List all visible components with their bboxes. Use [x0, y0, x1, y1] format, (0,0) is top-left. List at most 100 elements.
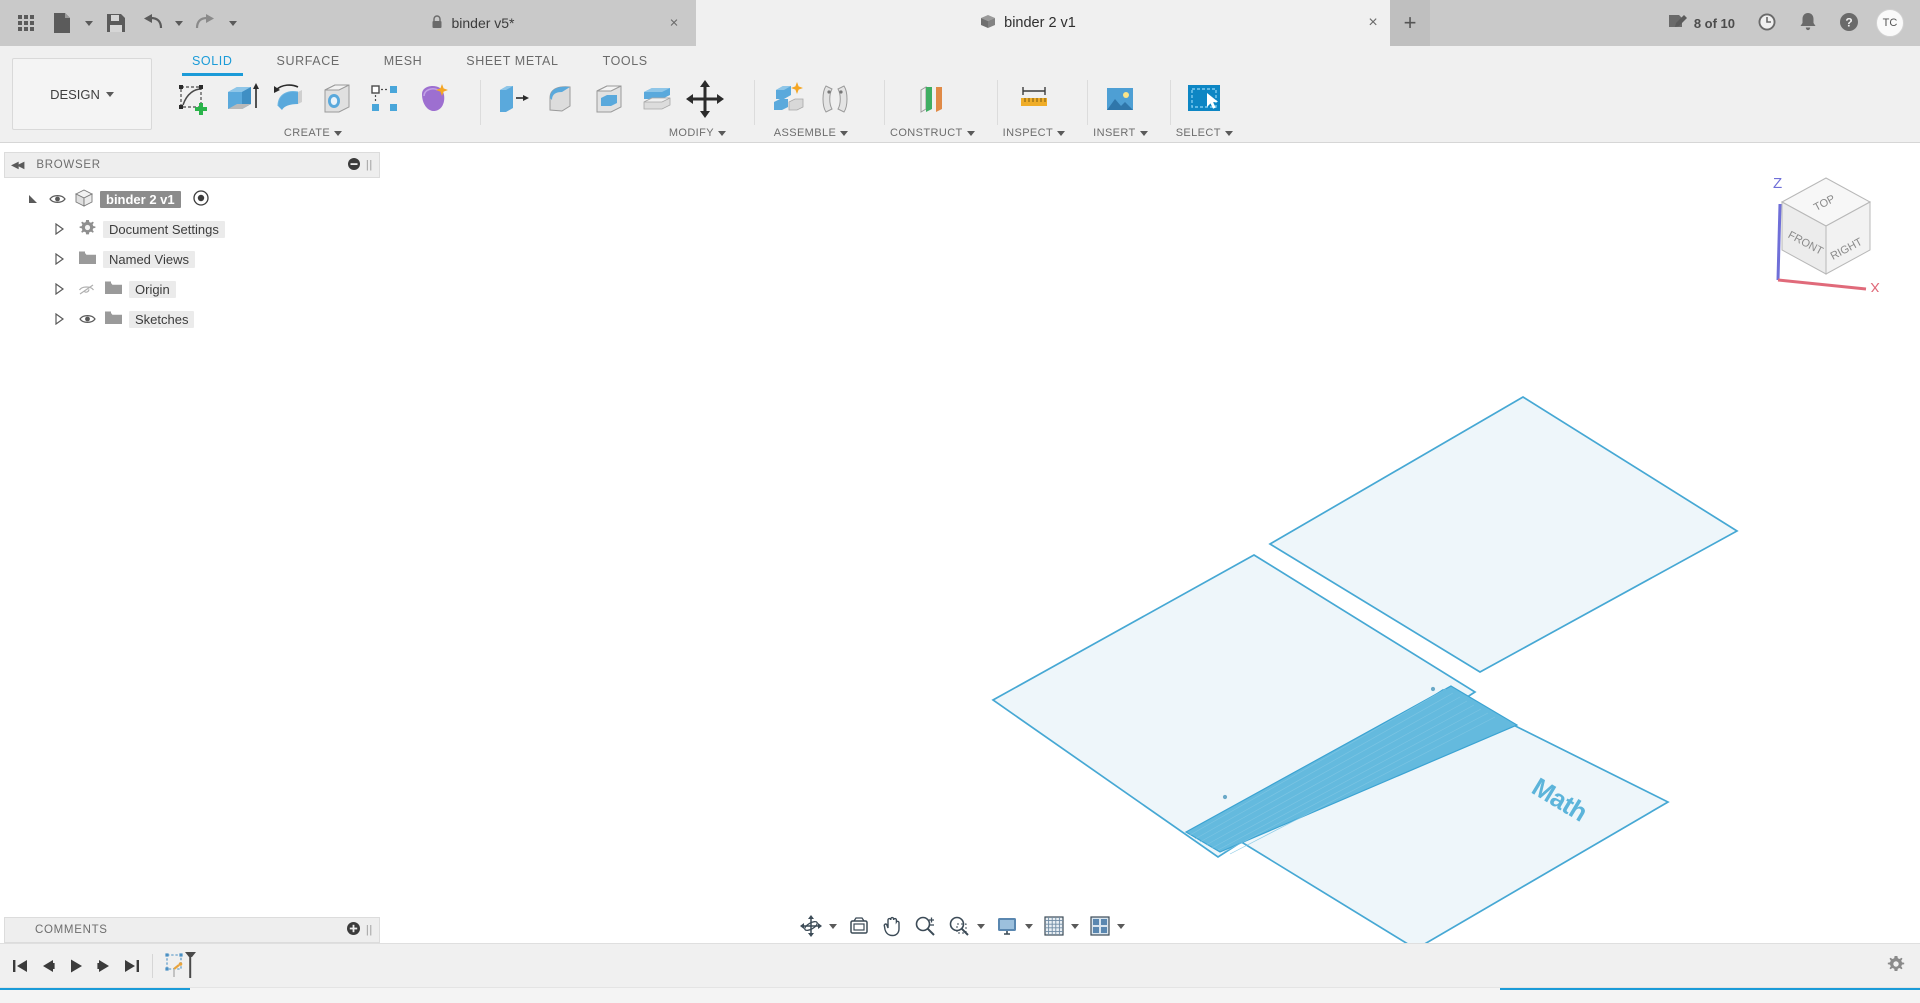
look-at-icon[interactable]	[843, 911, 875, 941]
document-tab-binder-v5[interactable]: binder v5* ×	[246, 0, 696, 46]
revolve-icon[interactable]	[266, 75, 312, 123]
tab-mesh[interactable]: MESH	[362, 46, 445, 74]
browser-panel: ◀◀ BROWSER || binder 2 v1 Document Setti…	[4, 152, 380, 334]
timeline-settings-gear-icon[interactable]	[1886, 954, 1906, 977]
minimize-icon[interactable]	[347, 157, 360, 173]
job-status-button[interactable]: 8 of 10	[1657, 0, 1746, 46]
workspace-switcher-button[interactable]: DESIGN	[12, 58, 152, 130]
hole-icon[interactable]	[314, 75, 360, 123]
go-to-end-icon[interactable]	[118, 949, 146, 983]
combine-icon[interactable]	[634, 75, 680, 123]
measure-icon[interactable]	[1011, 75, 1057, 123]
tab-surface[interactable]: SURFACE	[255, 46, 362, 74]
timeline	[0, 943, 1920, 987]
close-document-tab-icon[interactable]: ×	[1356, 0, 1390, 46]
new-tab-button[interactable]: +	[1390, 0, 1430, 46]
tab-solid[interactable]: SOLID	[170, 46, 255, 76]
zoom-icon[interactable]	[909, 911, 941, 941]
chevron-down-icon	[334, 130, 343, 136]
visibility-eye-icon[interactable]	[46, 193, 68, 205]
panel-label-construct[interactable]: CONSTRUCT	[890, 124, 975, 142]
tab-sheet-metal[interactable]: SHEET METAL	[444, 46, 580, 74]
offset-plane-icon[interactable]	[909, 75, 955, 123]
notifications-bell-icon	[1799, 12, 1817, 35]
viewports-icon[interactable]	[1085, 911, 1115, 941]
collapse-panel-icon[interactable]: ◀◀	[11, 160, 24, 171]
orbit-icon[interactable]	[795, 911, 827, 941]
chevron-down-icon[interactable]	[1117, 923, 1125, 929]
new-component-icon[interactable]	[764, 75, 810, 123]
display-settings-icon[interactable]	[991, 911, 1023, 941]
insert-image-icon[interactable]	[1097, 75, 1143, 123]
go-to-beginning-icon[interactable]	[6, 949, 34, 983]
expand-triangle-icon[interactable]	[52, 222, 66, 236]
panel-label-insert[interactable]: INSERT	[1093, 124, 1148, 142]
visibility-eye-hidden-icon[interactable]	[76, 283, 98, 296]
zoom-window-icon[interactable]	[943, 911, 975, 941]
redo-dropdown-caret-icon[interactable]	[224, 0, 242, 46]
form-icon[interactable]	[410, 75, 456, 123]
undo-dropdown-caret-icon[interactable]	[170, 0, 188, 46]
expand-triangle-icon[interactable]	[52, 312, 66, 326]
step-forward-icon[interactable]	[90, 949, 118, 983]
tree-item-origin[interactable]: Origin	[4, 274, 380, 304]
sketch-point[interactable]	[1430, 686, 1436, 692]
chevron-down-icon	[718, 130, 726, 136]
play-icon[interactable]	[62, 949, 90, 983]
expand-triangle-icon[interactable]	[52, 282, 66, 296]
create-sketch-icon[interactable]	[170, 75, 216, 123]
panel-label-create[interactable]: CREATE	[284, 124, 343, 142]
close-icon[interactable]: ×	[666, 15, 682, 32]
extrude-icon[interactable]	[218, 75, 264, 123]
document-tab-binder-2-v1[interactable]: binder 2 v1	[696, 0, 1356, 46]
press-pull-icon[interactable]	[490, 75, 536, 123]
canvas-3d-viewport[interactable]: Math Z X TOP FRONT RIGHT	[380, 152, 1920, 943]
select-icon[interactable]	[1181, 75, 1227, 123]
file-icon[interactable]	[44, 0, 80, 46]
chevron-down-icon[interactable]	[1071, 923, 1079, 929]
panel-resize-handle[interactable]: ||	[366, 924, 373, 936]
recent-activity-button[interactable]	[1746, 0, 1788, 46]
file-dropdown-caret-icon[interactable]	[80, 0, 98, 46]
help-button[interactable]: ?	[1828, 0, 1870, 46]
expand-triangle-icon[interactable]	[52, 252, 66, 266]
tree-item-label: binder 2 v1	[100, 190, 181, 208]
pattern-icon[interactable]	[362, 75, 408, 123]
panel-select: SELECT	[1169, 74, 1239, 143]
fillet-icon[interactable]	[538, 75, 584, 123]
svg-text:?: ?	[1845, 15, 1852, 29]
tree-item-binder-2-v1[interactable]: binder 2 v1	[4, 184, 380, 214]
sketch-feature-icon[interactable]	[159, 947, 205, 985]
app-grid-icon[interactable]	[8, 0, 44, 46]
tree-item-named-views[interactable]: Named Views	[4, 244, 380, 274]
panel-resize-handle[interactable]: ||	[366, 159, 373, 171]
panel-label-select[interactable]: SELECT	[1176, 124, 1233, 142]
notifications-button[interactable]	[1788, 0, 1828, 46]
activate-component-radio-icon[interactable]	[192, 189, 209, 209]
view-cube[interactable]: Z X TOP FRONT RIGHT	[1746, 162, 1896, 297]
panel-label-modify[interactable]: MODIFY	[669, 124, 726, 142]
grid-snaps-icon[interactable]	[1039, 911, 1069, 941]
visibility-eye-icon[interactable]	[76, 313, 98, 325]
step-back-icon[interactable]	[34, 949, 62, 983]
move-copy-icon[interactable]	[682, 75, 728, 123]
sketch-point[interactable]	[1222, 794, 1228, 800]
save-icon[interactable]	[98, 0, 134, 46]
add-comment-icon[interactable]	[346, 922, 360, 938]
expand-triangle-icon[interactable]	[26, 192, 40, 206]
panel-label-assemble[interactable]: ASSEMBLE	[774, 124, 849, 142]
tree-item-document-settings[interactable]: Document Settings	[4, 214, 380, 244]
redo-icon[interactable]	[188, 0, 224, 46]
shell-icon[interactable]	[586, 75, 632, 123]
undo-icon[interactable]	[134, 0, 170, 46]
tab-tools[interactable]: TOOLS	[581, 46, 670, 74]
tree-item-sketches[interactable]: Sketches	[4, 304, 380, 334]
panel-label-inspect[interactable]: INSPECT	[1003, 124, 1066, 142]
chevron-down-icon[interactable]	[829, 923, 837, 929]
pan-icon[interactable]	[877, 911, 907, 941]
panel-modify: MODIFY	[480, 74, 738, 143]
chevron-down-icon[interactable]	[977, 923, 985, 929]
account-button[interactable]: TC	[1870, 0, 1910, 46]
chevron-down-icon[interactable]	[1025, 923, 1033, 929]
joint-icon[interactable]	[812, 75, 858, 123]
